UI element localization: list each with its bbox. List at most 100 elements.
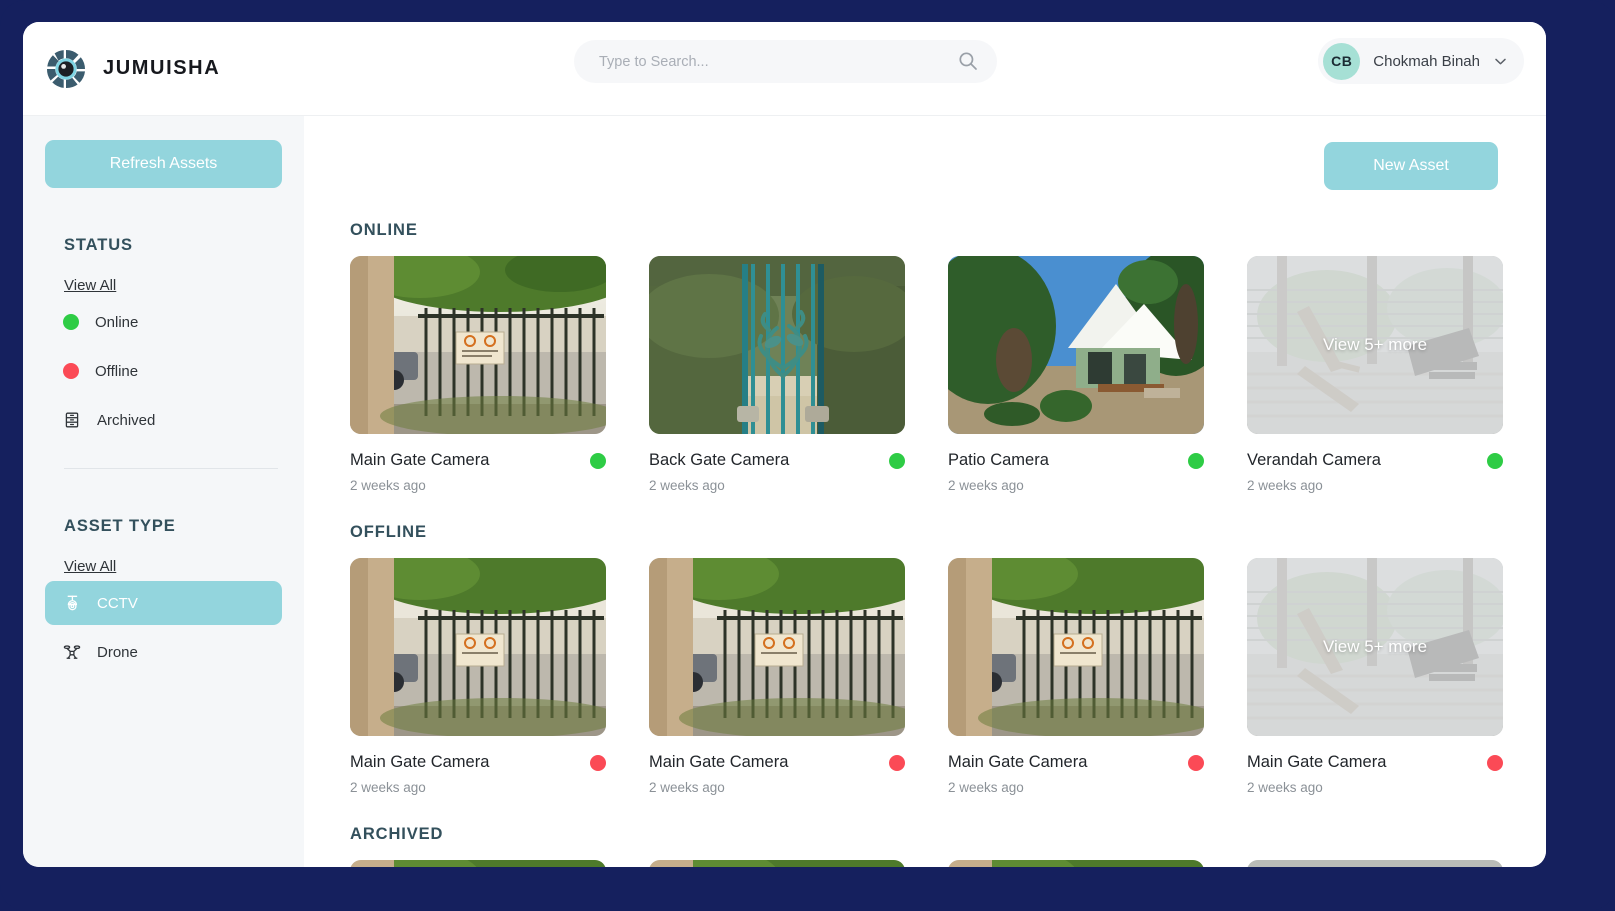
view-more-overlay[interactable]: View 5+ more xyxy=(1247,256,1503,434)
asset-timestamp: 2 weeks ago xyxy=(1247,478,1323,493)
asset-card-header: Main Gate Camera xyxy=(1247,753,1503,772)
asset-card[interactable]: View 5+ more Main Gate Camera 2 weeks ag… xyxy=(1247,558,1503,795)
chevron-down-icon[interactable] xyxy=(1493,54,1508,69)
camera-aperture-eye-icon xyxy=(45,48,87,90)
asset-timestamp: 2 weeks ago xyxy=(649,478,725,493)
main-content: New Asset ONLINE Main Gate Camera 2 week… xyxy=(304,116,1546,867)
asset-title: Main Gate Camera xyxy=(649,753,789,771)
sidebar-divider xyxy=(64,468,278,469)
sidebar-item-label: Offline xyxy=(95,362,139,380)
section-title-offline: OFFLINE xyxy=(350,523,427,541)
sidebar-item-label: Archived xyxy=(97,411,156,429)
asset-thumbnail[interactable] xyxy=(948,860,1204,867)
device-frame: JUMUISHA CB Chokmah Binah xyxy=(0,0,1615,911)
status-badge-offline xyxy=(889,754,905,771)
asset-card[interactable]: Main Gate Camera 2 weeks ago xyxy=(948,558,1204,795)
new-asset-button[interactable]: New Asset xyxy=(1324,142,1498,190)
asset-card-header: Main Gate Camera xyxy=(948,753,1204,772)
app-window: JUMUISHA CB Chokmah Binah xyxy=(23,22,1546,867)
sidebar-item-drone[interactable]: Drone xyxy=(45,630,282,674)
asset-type-view-all-link[interactable]: View All xyxy=(64,558,116,575)
asset-thumbnail[interactable] xyxy=(350,860,606,867)
asset-timestamp: 2 weeks ago xyxy=(948,478,1024,493)
status-badge-online xyxy=(1487,452,1503,469)
view-more-overlay[interactable]: View 5+ more xyxy=(1247,558,1503,736)
asset-card[interactable]: Main Gate Camera 2 weeks ago xyxy=(350,558,606,795)
top-bar: JUMUISHA CB Chokmah Binah xyxy=(23,22,1546,116)
asset-card[interactable]: Main Gate Camera 2 weeks ago xyxy=(350,256,606,493)
asset-thumbnail[interactable] xyxy=(1247,860,1503,867)
green-dot-icon xyxy=(63,314,79,330)
asset-timestamp: 2 weeks ago xyxy=(948,780,1024,795)
asset-card-header: Back Gate Camera xyxy=(649,451,905,470)
main-header-row: New Asset xyxy=(350,142,1498,190)
asset-type-section-heading: ASSET TYPE xyxy=(64,517,176,535)
asset-card-header: Patio Camera xyxy=(948,451,1204,470)
asset-card[interactable]: View 5+ more Verandah Camera 2 weeks ago xyxy=(1247,256,1503,493)
asset-card[interactable] xyxy=(1247,860,1503,867)
red-dot-icon xyxy=(63,363,79,379)
asset-thumbnail[interactable] xyxy=(649,860,905,867)
avatar: CB xyxy=(1323,42,1361,80)
asset-card[interactable] xyxy=(649,860,905,867)
card-grid-online: Main Gate Camera 2 weeks ago Back Gate C… xyxy=(350,256,1503,493)
status-badge-online xyxy=(590,452,606,469)
asset-thumbnail[interactable] xyxy=(948,558,1204,736)
user-name: Chokmah Binah xyxy=(1373,52,1480,70)
asset-card-header: Main Gate Camera xyxy=(649,753,905,772)
asset-card[interactable] xyxy=(350,860,606,867)
asset-card-header: Verandah Camera xyxy=(1247,451,1503,470)
asset-card[interactable]: Back Gate Camera 2 weeks ago xyxy=(649,256,905,493)
status-badge-offline xyxy=(1487,754,1503,771)
asset-title: Patio Camera xyxy=(948,451,1049,469)
asset-timestamp: 2 weeks ago xyxy=(350,478,426,493)
sidebar-item-archived[interactable]: Archived xyxy=(45,398,282,442)
archive-drawer-icon xyxy=(63,411,81,429)
asset-card-header: Main Gate Camera xyxy=(350,753,606,772)
asset-thumbnail[interactable] xyxy=(649,558,905,736)
sidebar-item-offline[interactable]: Offline xyxy=(45,349,282,393)
asset-title: Main Gate Camera xyxy=(350,451,490,469)
asset-card[interactable]: Patio Camera 2 weeks ago xyxy=(948,256,1204,493)
quadcopter-drone-icon xyxy=(63,643,81,661)
asset-title: Main Gate Camera xyxy=(948,753,1088,771)
sidebar-item-label: CCTV xyxy=(97,594,138,612)
asset-thumbnail[interactable] xyxy=(948,256,1204,434)
status-badge-offline xyxy=(1188,754,1204,771)
asset-thumbnail[interactable]: View 5+ more xyxy=(1247,256,1503,434)
asset-card[interactable]: Main Gate Camera 2 weeks ago xyxy=(649,558,905,795)
asset-timestamp: 2 weeks ago xyxy=(649,780,725,795)
section-title-archived: ARCHIVED xyxy=(350,825,444,843)
asset-thumbnail[interactable] xyxy=(350,558,606,736)
asset-card-header: Main Gate Camera xyxy=(350,451,606,470)
dome-camera-icon xyxy=(63,594,81,612)
section-title-online: ONLINE xyxy=(350,221,418,239)
asset-card[interactable] xyxy=(948,860,1204,867)
sidebar-item-label: Online xyxy=(95,313,139,331)
search-container xyxy=(574,40,997,83)
user-menu[interactable]: CB Chokmah Binah xyxy=(1318,38,1524,84)
asset-title: Main Gate Camera xyxy=(350,753,490,771)
status-section-heading: STATUS xyxy=(64,236,133,254)
asset-title: Back Gate Camera xyxy=(649,451,790,469)
search-input[interactable] xyxy=(574,40,997,83)
sidebar: Refresh Assets STATUS View All Online Of… xyxy=(23,116,304,867)
asset-thumbnail[interactable] xyxy=(350,256,606,434)
asset-thumbnail[interactable]: View 5+ more xyxy=(1247,558,1503,736)
asset-thumbnail[interactable] xyxy=(649,256,905,434)
status-badge-online xyxy=(889,452,905,469)
refresh-assets-button[interactable]: Refresh Assets xyxy=(45,140,282,188)
status-view-all-link[interactable]: View All xyxy=(64,277,116,294)
card-grid-archived xyxy=(350,860,1503,867)
asset-timestamp: 2 weeks ago xyxy=(1247,780,1323,795)
asset-title: Main Gate Camera xyxy=(1247,753,1387,771)
sidebar-item-cctv[interactable]: CCTV xyxy=(45,581,282,625)
sidebar-item-label: Drone xyxy=(97,643,138,661)
card-grid-offline: Main Gate Camera 2 weeks ago Main Gate C… xyxy=(350,558,1503,795)
asset-timestamp: 2 weeks ago xyxy=(350,780,426,795)
brand-logo-group[interactable]: JUMUISHA xyxy=(45,48,220,90)
status-badge-online xyxy=(1188,452,1204,469)
sidebar-item-online[interactable]: Online xyxy=(45,300,282,344)
brand-name: JUMUISHA xyxy=(103,57,221,79)
asset-title: Verandah Camera xyxy=(1247,451,1381,469)
